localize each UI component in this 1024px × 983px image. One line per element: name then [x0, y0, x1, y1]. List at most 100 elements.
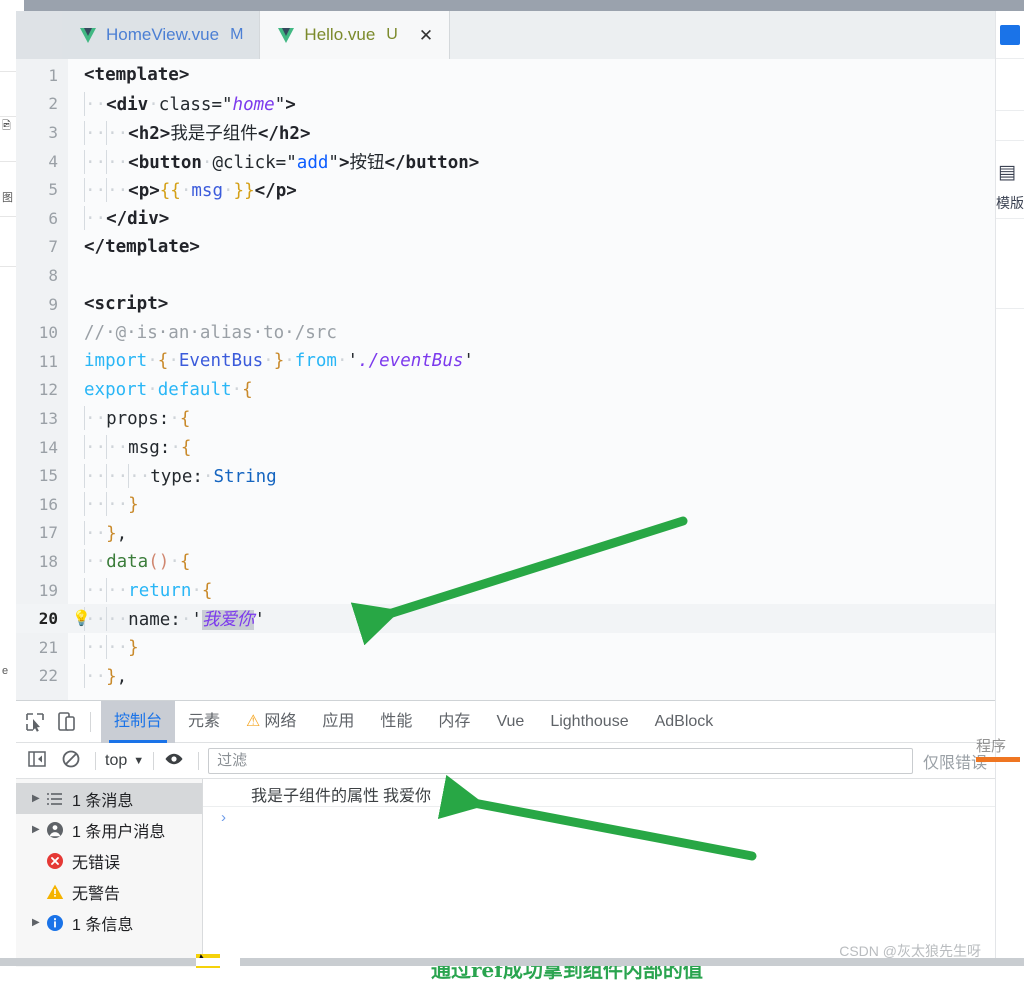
console-sidebar-item-label: 无错误 — [72, 854, 121, 872]
console-sidebar[interactable]: ▶ 1 条消息 ▶ 1 条用户消息无错误无警告 ▶ 1 条信息 — [16, 779, 203, 967]
line-number: 13 — [38, 408, 58, 428]
code-line-text: export·default·{ — [84, 379, 253, 400]
code-line-text: //·@·is·an·alias·to·/src — [84, 322, 337, 343]
filter-input[interactable] — [208, 747, 913, 774]
devtools-tabs[interactable]: 控制台 元素 ⚠ 网络 应用 性能 内存 Vue Lighthouse AdBlock — [101, 700, 727, 743]
code-line[interactable]: 21 ····} — [16, 633, 995, 662]
code-line[interactable]: 16 ····} — [16, 490, 995, 519]
line-number: 2 — [48, 94, 58, 114]
console-filter-bar[interactable]: top ▼ 仅限错误 — [16, 743, 995, 779]
code-line[interactable]: 5 ····<p>{{·msg·}}</p> — [16, 175, 995, 204]
devtools-tab-2[interactable]: 元素 — [175, 701, 233, 743]
execution-context-selector[interactable]: top ▼ — [105, 752, 144, 770]
code-line-text: import·{·EventBus·}·from·'./eventBus' — [84, 351, 474, 372]
console-sidebar-item-5[interactable]: ▶ 1 条信息 — [16, 907, 202, 938]
code-line[interactable]: 12 export·default·{ — [16, 376, 995, 405]
devtools-tab-4[interactable]: 应用 — [309, 701, 367, 743]
code-line-text: ····} — [68, 492, 139, 517]
code-line-text: <template> — [84, 65, 190, 86]
console-output[interactable]: 我是子组件的属性 我爱你 › 通过ref成功拿到组件内部的值 CSDN @灰太狼… — [203, 779, 995, 982]
code-line[interactable]: 20 ····name:·'我爱你' — [16, 604, 995, 633]
floating-widget-text: 程序 — [976, 737, 1007, 755]
filter-divider-3 — [198, 751, 200, 770]
code-line-text: ··}, — [68, 663, 127, 688]
devtools-tab-label: 应用 — [322, 712, 355, 730]
analytics-chart-icon[interactable] — [1000, 25, 1020, 45]
code-line[interactable]: 13 ··props:·{ — [16, 404, 995, 433]
console-sidebar-toggle-icon[interactable] — [26, 748, 52, 774]
devtools-tab-7[interactable]: Vue — [483, 701, 537, 743]
right-side-panel[interactable]: ▤ 模版 — [995, 11, 1024, 966]
live-expression-eye-icon[interactable] — [163, 748, 189, 774]
code-line[interactable]: 7 </template> — [16, 233, 995, 262]
code-line[interactable]: 2 ··<div·class="home"> — [16, 90, 995, 119]
filter-divider-1 — [95, 751, 96, 770]
tab-hello-vue[interactable]: Hello.vue U ✕ — [260, 11, 451, 59]
console-sidebar-item-1[interactable]: ▶ 1 条消息 — [16, 783, 202, 814]
devtools-tab-6[interactable]: 内存 — [425, 701, 483, 743]
code-line[interactable]: 22 ··}, — [16, 662, 995, 691]
floating-orange-widget[interactable]: 程序 — [976, 735, 1024, 773]
devtools-tab-8[interactable]: Lighthouse — [537, 701, 641, 743]
code-editor[interactable]: HomeView.vue M Hello.vue U ✕ 1 <template>… — [16, 11, 995, 700]
code-line[interactable]: 8 — [16, 261, 995, 290]
code-line-text: </template> — [84, 236, 200, 257]
code-line[interactable]: 10 //·@·is·an·alias·to·/src — [16, 318, 995, 347]
line-number: 1 — [48, 65, 58, 85]
code-line[interactable]: 15 ······type:·String — [16, 461, 995, 490]
code-line-text: ····name:·'我爱你' — [68, 606, 265, 632]
code-line[interactable]: 9 <script> — [16, 290, 995, 319]
devtools-tab-bar[interactable]: 控制台 元素 ⚠ 网络 应用 性能 内存 Vue Lighthouse AdBlock — [16, 700, 995, 743]
line-number: 19 — [38, 580, 58, 600]
devtools-tab-3[interactable]: ⚠ 网络 — [233, 701, 309, 743]
line-number: 15 — [38, 466, 58, 486]
clear-console-icon[interactable] — [60, 748, 86, 774]
filter-divider-2 — [153, 751, 155, 770]
line-number: 16 — [38, 494, 58, 514]
console-body[interactable]: ▶ 1 条消息 ▶ 1 条用户消息无错误无警告 ▶ 1 条信息 我是子组件的属性 我爱你 … — [16, 779, 995, 982]
devtools-tab-9[interactable]: AdBlock — [642, 701, 727, 743]
expand-triangle-icon[interactable]: ▶ — [32, 917, 46, 928]
console-sidebar-item-label: 1 条信息 — [72, 916, 134, 934]
code-line[interactable]: 3 ····<h2>我是子组件</h2> — [16, 118, 995, 147]
expand-triangle-icon[interactable]: ▶ — [32, 824, 46, 835]
lightbulb-icon[interactable]: 💡 — [72, 609, 91, 627]
close-icon[interactable]: ✕ — [419, 27, 433, 44]
left-explorer-strip[interactable]: 🖻 图 e — [0, 11, 16, 966]
code-line[interactable]: 4 ····<button·@click="add">按钮</button> — [16, 147, 995, 176]
warning-triangle-icon: ⚠ — [246, 712, 261, 730]
console-prompt-icon[interactable]: › — [221, 809, 226, 826]
devtools-tab-label: 性能 — [380, 712, 413, 730]
expand-triangle-icon[interactable]: ▶ — [32, 793, 46, 804]
devtools-tab-1[interactable]: 控制台 — [101, 700, 176, 743]
line-number: 22 — [38, 666, 58, 686]
editor-tab-bar[interactable]: HomeView.vue M Hello.vue U ✕ — [16, 11, 995, 59]
devtools-tab-label: Vue — [496, 712, 525, 730]
device-toolbar-icon[interactable] — [54, 709, 80, 735]
code-line-text: ··data()·{ — [68, 549, 190, 574]
inspect-element-icon[interactable] — [22, 709, 48, 735]
code-line-text: ··props:·{ — [68, 406, 190, 431]
devtools-tab-5[interactable]: 性能 — [367, 701, 425, 743]
code-line[interactable]: 14 ····msg:·{ — [16, 433, 995, 462]
code-line[interactable]: 18 ··data()·{ — [16, 547, 995, 576]
line-number: 14 — [38, 437, 58, 457]
line-number: 6 — [48, 208, 58, 228]
line-number: 18 — [38, 551, 58, 571]
line-number: 17 — [38, 523, 58, 543]
line-number: 11 — [38, 351, 58, 371]
tab-homeview-vue[interactable]: HomeView.vue M — [62, 11, 261, 59]
console-sidebar-item-2[interactable]: ▶ 1 条用户消息 — [16, 814, 202, 845]
warning-icon — [46, 883, 72, 901]
code-line[interactable]: 1 <template> — [16, 61, 995, 90]
template-layout-icon[interactable]: ▤ — [998, 161, 1016, 184]
code-line[interactable]: 6 ··</div> — [16, 204, 995, 233]
code-line[interactable]: 11 import·{·EventBus·}·from·'./eventBus' — [16, 347, 995, 376]
console-sidebar-item-4[interactable]: 无警告 — [16, 876, 202, 907]
devtools-panel[interactable]: 控制台 元素 ⚠ 网络 应用 性能 内存 Vue Lighthouse AdBlock top ▼ — [16, 700, 995, 982]
console-message: 我是子组件的属性 我爱你 — [251, 788, 432, 805]
code-line[interactable]: 17 ··}, — [16, 519, 995, 548]
code-content-area[interactable]: 1 <template> 2 ··<div·class="home"> 3 ····<h2… — [16, 59, 995, 700]
code-line[interactable]: 19 ····return·{ — [16, 576, 995, 605]
console-sidebar-item-3[interactable]: 无错误 — [16, 845, 202, 876]
